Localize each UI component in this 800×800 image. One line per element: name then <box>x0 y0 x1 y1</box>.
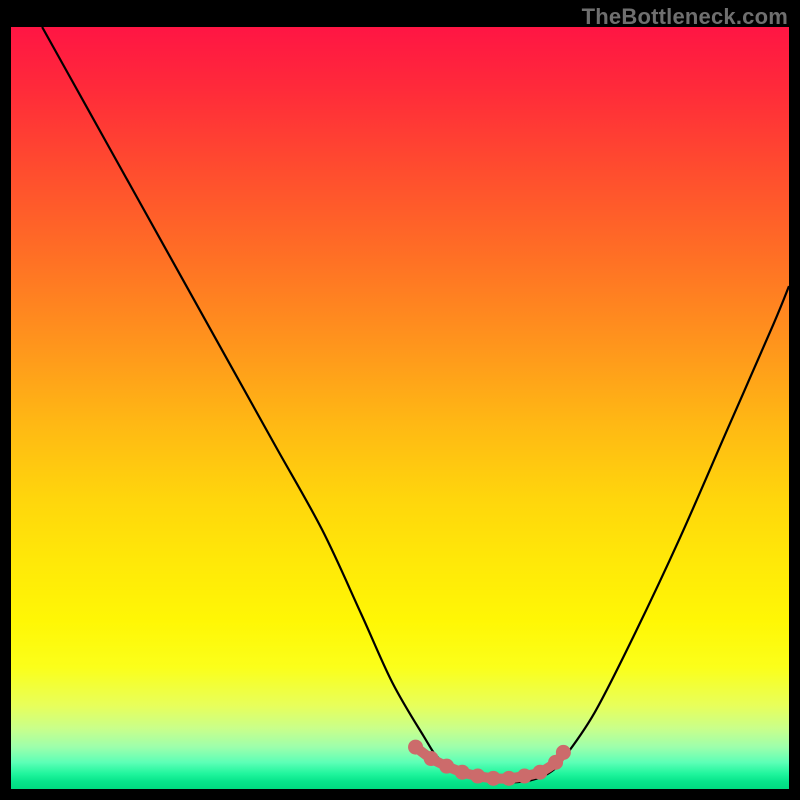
bottleneck-curve <box>42 27 789 782</box>
optimal-zone-dot <box>470 769 485 784</box>
optimal-zone-dot <box>439 759 454 774</box>
optimal-zone-dot <box>533 765 548 780</box>
curve-layer <box>11 27 789 789</box>
optimal-zone-dot <box>517 769 532 784</box>
optimal-zone-dot <box>408 740 423 755</box>
optimal-zone-dot <box>556 745 571 760</box>
chart-stage: TheBottleneck.com <box>0 0 800 800</box>
plot-frame <box>11 27 789 789</box>
optimal-zone-dot <box>455 765 470 780</box>
optimal-zone-dot <box>486 771 501 786</box>
curve-line <box>42 27 789 782</box>
optimal-zone-markers <box>408 740 571 786</box>
optimal-zone-dot <box>501 771 516 786</box>
optimal-zone-dot <box>424 751 439 766</box>
